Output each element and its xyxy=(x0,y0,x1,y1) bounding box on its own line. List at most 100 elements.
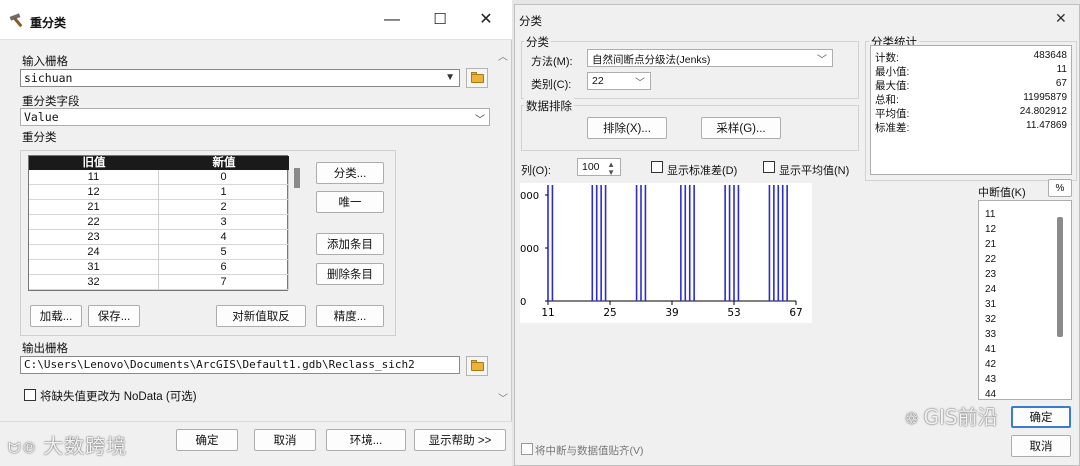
input-raster-field[interactable]: sichuan ▼ xyxy=(20,69,460,87)
table-row[interactable]: 22 3 xyxy=(29,215,289,230)
old-value-cell[interactable]: 21 xyxy=(29,200,159,215)
stat-value: 67 xyxy=(1055,78,1067,89)
break-value-item[interactable]: 32 xyxy=(985,314,996,325)
break-value-item[interactable]: 43 xyxy=(985,374,996,385)
close-button[interactable]: ✕ xyxy=(1055,10,1067,27)
reclass-field-select[interactable]: Value ﹀ xyxy=(20,108,490,126)
delete-entry-button[interactable]: 删除条目 xyxy=(316,263,384,285)
show-std-checkbox[interactable] xyxy=(651,161,663,173)
column-header-old[interactable]: 旧值 xyxy=(29,156,159,170)
new-value-cell[interactable]: 5 xyxy=(159,245,289,260)
chevron-down-icon[interactable]: ﹀ xyxy=(475,111,485,126)
old-value-cell[interactable]: 24 xyxy=(29,245,159,260)
table-row[interactable]: 12 1 xyxy=(29,185,289,200)
chevron-down-icon[interactable]: ▼ xyxy=(445,72,455,83)
reclass-table[interactable]: 旧值 新值 11 0 12 1 21 2 22 3 23 4 24 5 31 6 32 7 xyxy=(28,155,289,291)
y-tick-label: 000 xyxy=(520,191,539,202)
break-value-item[interactable]: 24 xyxy=(985,284,996,295)
ok-button[interactable]: 确定 xyxy=(1011,406,1071,428)
break-value-item[interactable]: 11 xyxy=(985,209,995,220)
cancel-button[interactable]: 取消 xyxy=(1011,435,1071,457)
break-values-label: 中断值(K) xyxy=(978,187,1026,199)
stat-value: 11.47869 xyxy=(1026,120,1067,131)
histogram-chart[interactable]: 000000011 25 39 53 67 xyxy=(520,183,812,323)
classes-label: 类别(C): xyxy=(531,79,572,91)
exclusion-button[interactable]: 排除(X)... xyxy=(587,117,667,139)
old-value-cell[interactable]: 31 xyxy=(29,260,159,275)
reclass-label: 重分类 xyxy=(22,132,57,144)
table-row[interactable]: 32 7 xyxy=(29,275,289,290)
break-value-item[interactable]: 12 xyxy=(985,224,996,235)
table-row[interactable]: 24 5 xyxy=(29,245,289,260)
method-select[interactable]: 自然间断点分级法(Jenks) ﹀ xyxy=(587,49,833,67)
new-value-cell[interactable]: 4 xyxy=(159,230,289,245)
new-value-cell[interactable]: 7 xyxy=(159,275,289,290)
browse-input-button[interactable] xyxy=(466,68,488,88)
browse-output-button[interactable] xyxy=(466,356,488,376)
percent-button[interactable]: % xyxy=(1048,179,1072,197)
watermark-left: ᗢ℗ 大数跨境 xyxy=(8,430,127,459)
old-value-cell[interactable]: 23 xyxy=(29,230,159,245)
break-value-item[interactable]: 41 xyxy=(985,344,996,355)
new-value-cell[interactable]: 0 xyxy=(159,170,289,185)
chevron-down-icon[interactable]: ﹀ xyxy=(635,74,645,89)
cancel-button[interactable]: 取消 xyxy=(254,429,316,451)
precision-button[interactable]: 精度... xyxy=(316,305,384,327)
column-header-new[interactable]: 新值 xyxy=(159,156,289,170)
save-button[interactable]: 保存... xyxy=(88,305,140,327)
add-entry-button[interactable]: 添加条目 xyxy=(316,233,384,255)
reclass-field-value: Value xyxy=(24,110,59,124)
table-row[interactable]: 23 4 xyxy=(29,230,289,245)
ok-button[interactable]: 确定 xyxy=(176,429,238,451)
chevron-down-icon[interactable]: ﹀ xyxy=(817,51,827,66)
columns-value: 100 xyxy=(582,161,600,173)
break-value-item[interactable]: 42 xyxy=(985,359,996,370)
break-value-item[interactable]: 33 xyxy=(985,329,996,340)
environments-button[interactable]: 环境... xyxy=(326,429,406,451)
break-value-item[interactable]: 22 xyxy=(985,254,996,265)
old-value-cell[interactable]: 22 xyxy=(29,215,159,230)
reverse-new-values-button[interactable]: 对新值取反 xyxy=(216,305,306,327)
y-tick-label: 000 xyxy=(520,244,539,255)
break-list-scroll-thumb[interactable] xyxy=(1057,217,1063,337)
input-raster-label: 输入栅格 xyxy=(22,56,68,68)
new-value-cell[interactable]: 1 xyxy=(159,185,289,200)
minimize-button[interactable]: — xyxy=(372,6,412,34)
old-value-cell[interactable]: 32 xyxy=(29,275,159,290)
dialog-scrollbar[interactable]: ︿ ﹀ xyxy=(496,44,510,405)
table-row[interactable]: 31 6 xyxy=(29,260,289,275)
old-value-cell[interactable]: 11 xyxy=(29,170,159,185)
table-row[interactable]: 11 0 xyxy=(29,170,289,185)
show-mean-label: 显示平均值(N) xyxy=(779,165,850,177)
scroll-up-icon[interactable]: ︿ xyxy=(498,48,508,63)
snap-checkbox[interactable] xyxy=(521,443,533,455)
table-scroll-thumb[interactable] xyxy=(294,168,300,188)
nodata-checkbox[interactable] xyxy=(24,389,36,401)
spin-arrows-icon[interactable]: ▲ ▼ xyxy=(607,161,615,177)
new-value-cell[interactable]: 6 xyxy=(159,260,289,275)
show-help-button[interactable]: 显示帮助 >> xyxy=(414,429,506,451)
stat-row: 最大值: 67 xyxy=(875,78,1067,92)
break-value-item[interactable]: 21 xyxy=(985,239,996,250)
break-value-item[interactable]: 31 xyxy=(985,299,996,310)
data-exclusion-label: 数据排除 xyxy=(524,98,574,114)
classify-button[interactable]: 分类... xyxy=(316,162,384,184)
break-value-item[interactable]: 44 xyxy=(985,389,996,400)
maximize-button[interactable]: ☐ xyxy=(420,6,460,34)
new-value-cell[interactable]: 3 xyxy=(159,215,289,230)
unique-button[interactable]: 唯一 xyxy=(316,191,384,213)
sampling-button[interactable]: 采样(G)... xyxy=(701,117,781,139)
output-raster-field[interactable]: C:\Users\Lenovo\Documents\ArcGIS\Default… xyxy=(20,356,460,374)
break-value-item[interactable]: 23 xyxy=(985,269,996,280)
close-button[interactable]: ✕ xyxy=(466,6,506,34)
nodata-checkbox-label: 将缺失值更改为 NoData (可选) xyxy=(40,391,197,403)
classes-select[interactable]: 22 ﹀ xyxy=(587,72,651,90)
old-value-cell[interactable]: 12 xyxy=(29,185,159,200)
stat-row: 总和: 11995879 xyxy=(875,92,1067,106)
columns-spinner[interactable]: 100 ▲ ▼ xyxy=(577,158,621,177)
scroll-down-icon[interactable]: ﹀ xyxy=(498,390,508,405)
load-button[interactable]: 加载... xyxy=(30,305,82,327)
table-row[interactable]: 21 2 xyxy=(29,200,289,215)
new-value-cell[interactable]: 2 xyxy=(159,200,289,215)
show-mean-checkbox[interactable] xyxy=(763,161,775,173)
